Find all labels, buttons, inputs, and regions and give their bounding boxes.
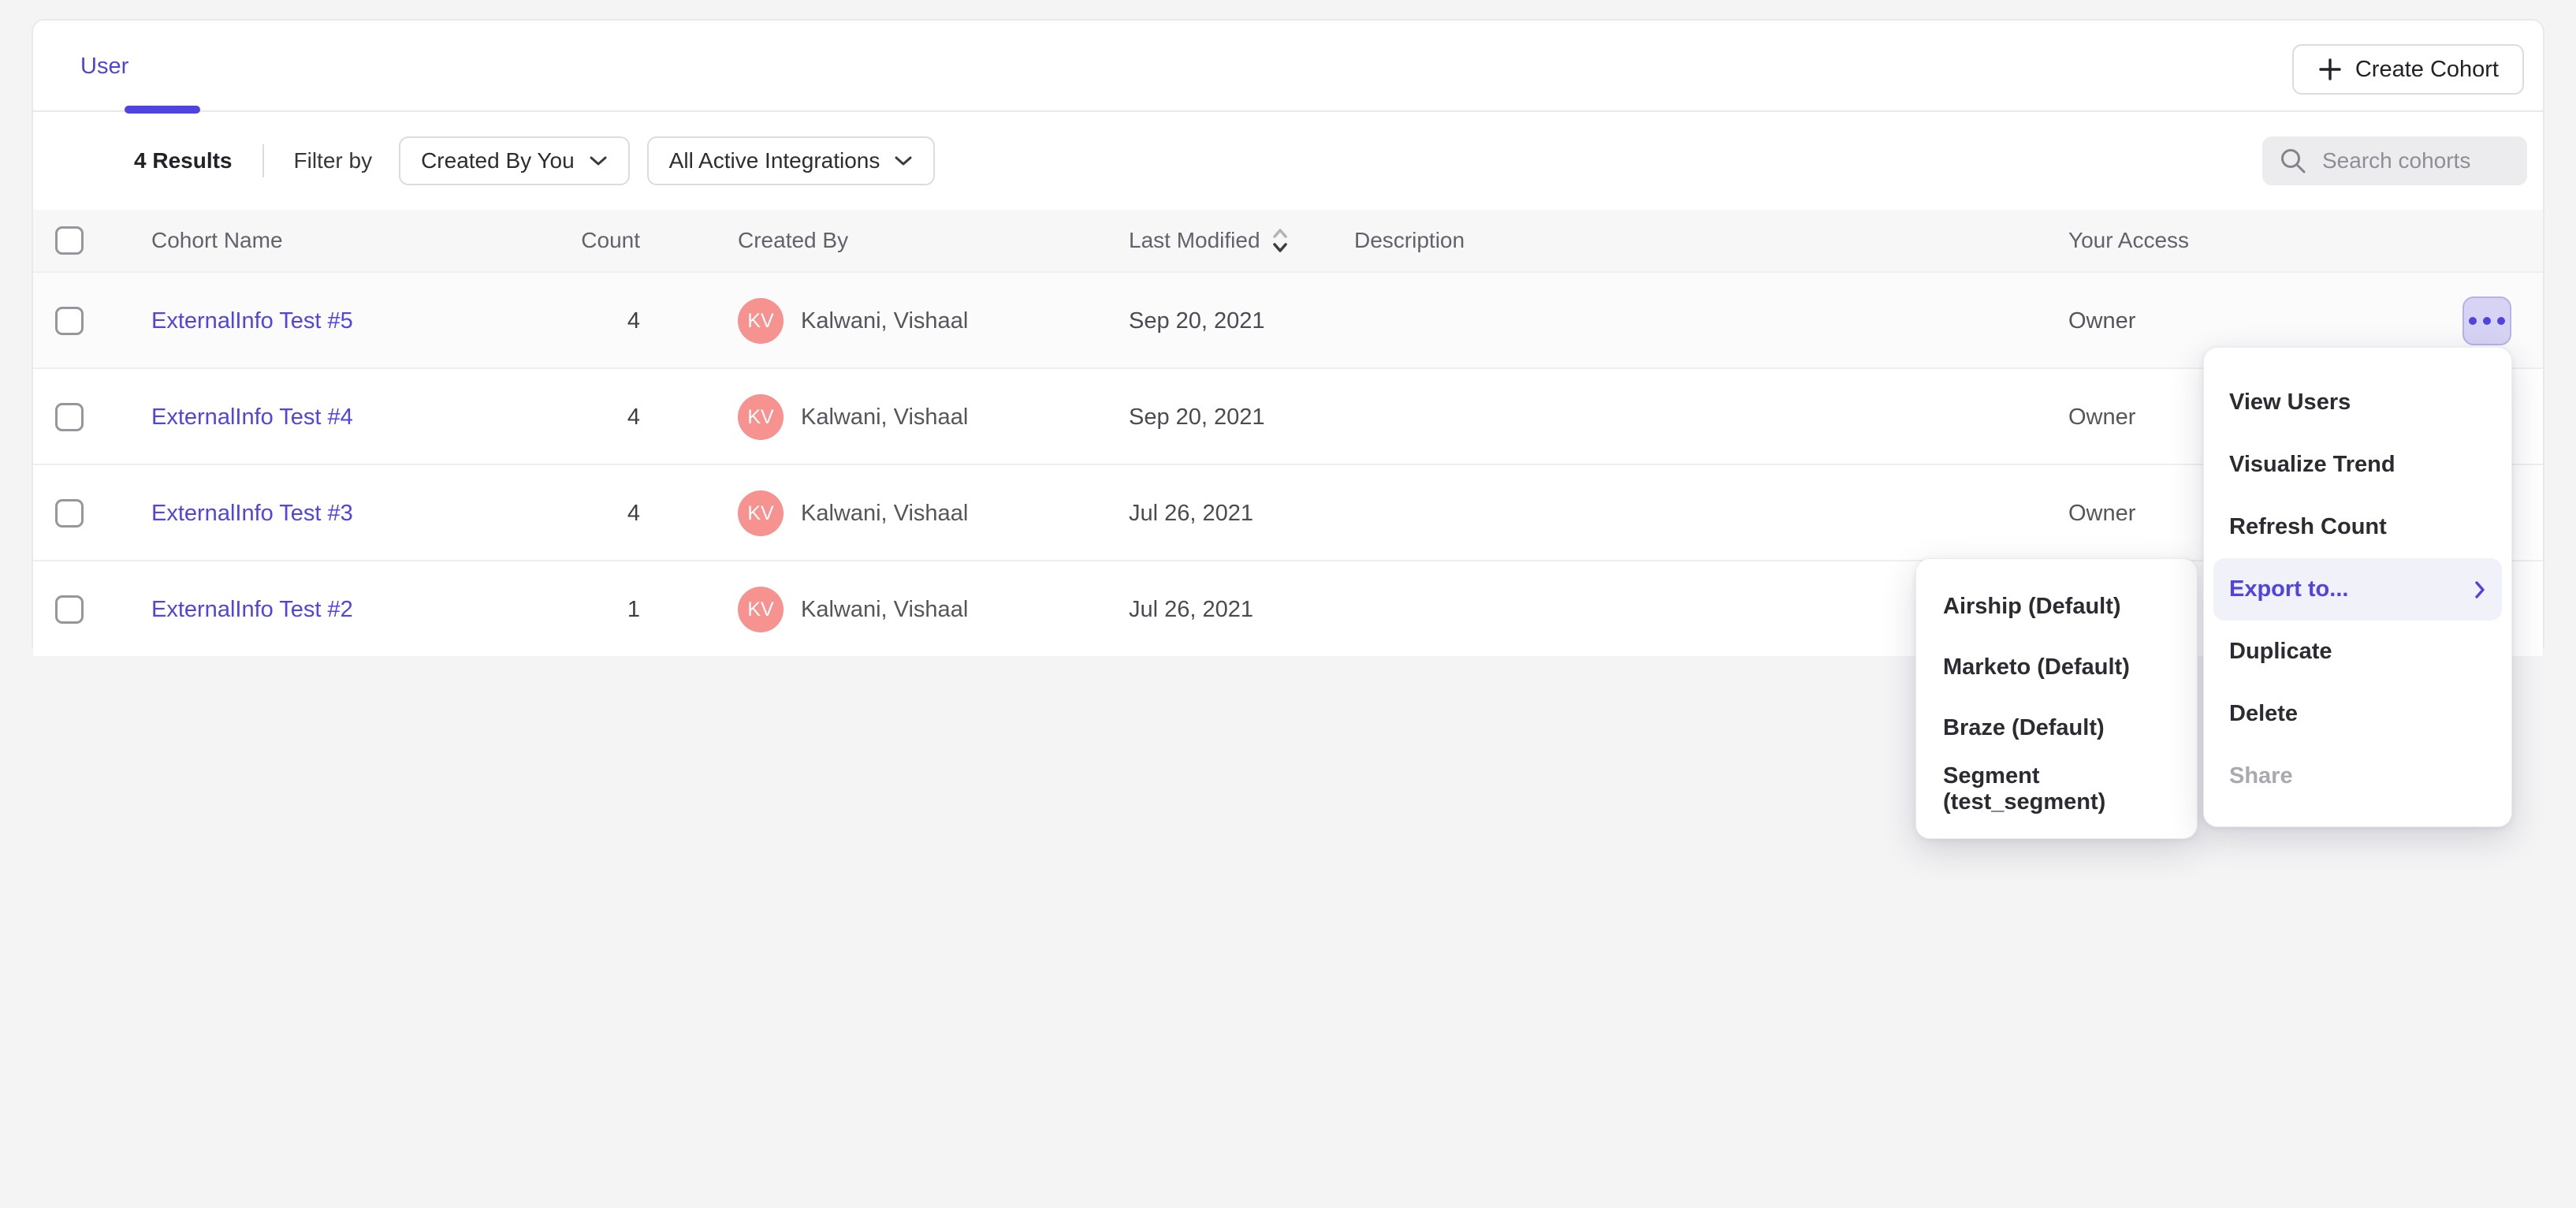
filter-bar: 4 Results Filter by Created By You All A… <box>33 112 2543 210</box>
submenu-item-braze[interactable]: Braze (Default) <box>1916 698 2197 759</box>
export-submenu: Airship (Default) Marketo (Default) Braz… <box>1915 558 2198 839</box>
menu-item-export-to[interactable]: Export to... <box>2213 558 2502 621</box>
cohort-count: 1 <box>627 597 640 623</box>
ellipsis-icon <box>2469 317 2505 325</box>
row-checkbox[interactable] <box>55 595 84 624</box>
menu-item-duplicate[interactable]: Duplicate <box>2213 621 2502 683</box>
created-by-name: Kalwani, Vishaal <box>801 405 968 431</box>
created-by-dropdown-label: Created By You <box>421 148 575 173</box>
last-modified-date: Sep 20, 2021 <box>1129 308 1265 334</box>
table-row: ExternalInfo Test #4 4 KV Kalwani, Visha… <box>33 367 2543 464</box>
select-all-checkbox[interactable] <box>55 226 84 255</box>
cohort-count: 4 <box>627 501 640 527</box>
created-by-name: Kalwani, Vishaal <box>801 501 968 527</box>
menu-item-delete[interactable]: Delete <box>2213 683 2502 745</box>
submenu-item-segment[interactable]: Segment (test_segment) <box>1916 759 2197 819</box>
created-by-dropdown[interactable]: Created By You <box>399 136 630 185</box>
avatar: KV <box>738 298 784 344</box>
column-header-description: Description <box>1354 210 1465 271</box>
last-modified-date: Jul 26, 2021 <box>1129 501 1253 527</box>
menu-item-visualize-trend[interactable]: Visualize Trend <box>2213 434 2502 496</box>
cohort-name-link[interactable]: ExternalInfo Test #2 <box>151 597 353 623</box>
tab-bar: User Create Cohort <box>33 21 2543 112</box>
avatar: KV <box>738 394 784 440</box>
chevron-right-icon <box>2474 580 2486 600</box>
access-level: Owner <box>2068 405 2135 431</box>
column-header-last-modified[interactable]: Last Modified <box>1129 210 1289 271</box>
row-context-menu: View Users Visualize Trend Refresh Count… <box>2203 347 2512 827</box>
integrations-dropdown[interactable]: All Active Integrations <box>647 136 936 185</box>
cohort-count: 4 <box>627 308 640 334</box>
create-cohort-button[interactable]: Create Cohort <box>2292 44 2524 95</box>
cohort-name-link[interactable]: ExternalInfo Test #3 <box>151 501 353 527</box>
row-actions-button[interactable] <box>2462 296 2511 345</box>
tab-active-underline <box>125 106 200 114</box>
row-checkbox[interactable] <box>55 307 84 335</box>
filter-by-label: Filter by <box>294 148 373 173</box>
column-header-your-access: Your Access <box>2068 210 2189 271</box>
created-by-name: Kalwani, Vishaal <box>801 308 968 334</box>
cohort-name-link[interactable]: ExternalInfo Test #4 <box>151 405 353 431</box>
created-by-name: Kalwani, Vishaal <box>801 597 968 623</box>
column-header-created-by: Created By <box>738 210 848 271</box>
access-level: Owner <box>2068 501 2135 527</box>
cohort-name-link[interactable]: ExternalInfo Test #5 <box>151 308 353 334</box>
chevron-down-icon <box>894 155 913 166</box>
search-input[interactable] <box>2322 148 2511 173</box>
last-modified-date: Sep 20, 2021 <box>1129 405 1265 431</box>
integrations-dropdown-label: All Active Integrations <box>669 148 880 173</box>
cohort-count: 4 <box>627 405 640 431</box>
last-modified-date: Jul 26, 2021 <box>1129 597 1253 623</box>
column-header-cohort-name: Cohort Name <box>151 210 283 271</box>
column-header-count: Count <box>522 210 640 271</box>
create-cohort-label: Create Cohort <box>2355 57 2499 83</box>
tab-user[interactable]: User <box>80 21 128 112</box>
menu-item-share: Share <box>2213 745 2502 807</box>
table-row: ExternalInfo Test #5 4 KV Kalwani, Visha… <box>33 271 2543 367</box>
row-checkbox[interactable] <box>55 499 84 528</box>
submenu-item-marketo[interactable]: Marketo (Default) <box>1916 637 2197 698</box>
sort-icon[interactable] <box>1271 226 1289 255</box>
table-row: ExternalInfo Test #3 4 KV Kalwani, Visha… <box>33 464 2543 560</box>
avatar: KV <box>738 490 784 536</box>
access-level: Owner <box>2068 308 2135 334</box>
divider <box>262 144 264 177</box>
table-header: Cohort Name Count Created By Last Modifi… <box>33 210 2543 271</box>
search-icon <box>2278 146 2308 176</box>
submenu-item-airship[interactable]: Airship (Default) <box>1916 576 2197 637</box>
row-checkbox[interactable] <box>55 403 84 431</box>
avatar: KV <box>738 587 784 632</box>
plus-icon <box>2317 57 2343 82</box>
search-box[interactable] <box>2262 136 2527 185</box>
chevron-down-icon <box>589 155 608 166</box>
menu-item-refresh-count[interactable]: Refresh Count <box>2213 496 2502 558</box>
tab-user-label: User <box>80 54 128 80</box>
results-count: 4 Results <box>134 148 233 173</box>
menu-item-view-users[interactable]: View Users <box>2213 371 2502 434</box>
